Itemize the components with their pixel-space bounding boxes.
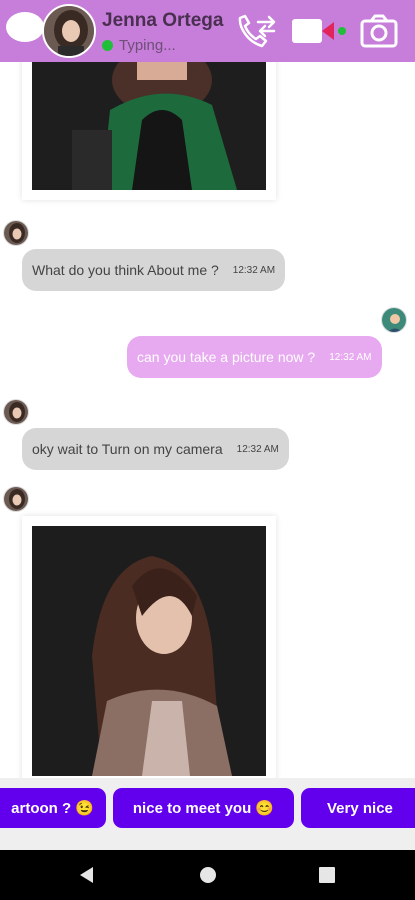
- online-indicator: [102, 39, 113, 51]
- image-message[interactable]: [22, 62, 276, 200]
- nav-home-icon[interactable]: [199, 866, 217, 884]
- message-text: can you take a picture now ?: [137, 349, 316, 365]
- message-text: oky wait to Turn on my camera: [32, 441, 223, 457]
- system-nav-bar: [0, 850, 415, 900]
- chat-header: Jenna Ortega Typing...: [0, 0, 415, 62]
- suggestion-chip[interactable]: Very nice: [301, 788, 415, 828]
- user-avatar: [381, 307, 407, 333]
- contact-name: Jenna Ortega: [102, 10, 224, 31]
- phone-transfer-icon[interactable]: [234, 12, 278, 52]
- image-message[interactable]: [22, 516, 276, 778]
- suggestion-bar[interactable]: artoon ? 😉 nice to meet you 😊 Very nice: [0, 778, 415, 850]
- camera-icon[interactable]: [360, 14, 398, 48]
- contact-avatar[interactable]: [42, 4, 96, 58]
- suggestion-label: Very nice: [327, 799, 393, 817]
- message-bubble-incoming[interactable]: oky wait to Turn on my camera 12:32 AM: [22, 428, 289, 470]
- message-bubble-incoming[interactable]: What do you think About me ? 12:32 AM: [22, 249, 286, 291]
- message-time: 12:32 AM: [232, 264, 276, 276]
- avatar: [3, 220, 29, 246]
- suggestion-label: artoon ? 😉: [11, 800, 94, 817]
- suggestion-label: nice to meet you 😊: [132, 800, 275, 817]
- contact-status: Typing...: [102, 36, 176, 54]
- avatar: [3, 486, 29, 512]
- message-text: What do you think About me ?: [32, 262, 219, 278]
- message-bubble-outgoing[interactable]: can you take a picture now ? 12:32 AM: [127, 336, 382, 378]
- avatar: [3, 399, 29, 425]
- video-call-icon[interactable]: [292, 16, 348, 46]
- suggestion-chip[interactable]: nice to meet you 😊: [113, 788, 294, 828]
- message-time: 12:32 AM: [236, 443, 279, 455]
- message-time: 12:32 AM: [329, 351, 372, 363]
- nav-back-icon[interactable]: [78, 866, 96, 884]
- photo-image: [32, 526, 266, 776]
- photo-image: [32, 62, 266, 190]
- message-list[interactable]: What do you think About me ? 12:32 AM ca…: [0, 62, 415, 778]
- status-text: Typing...: [119, 36, 176, 54]
- back-icon[interactable]: [6, 12, 44, 42]
- suggestion-chip[interactable]: artoon ? 😉: [0, 788, 106, 828]
- nav-recents-icon[interactable]: [319, 867, 335, 883]
